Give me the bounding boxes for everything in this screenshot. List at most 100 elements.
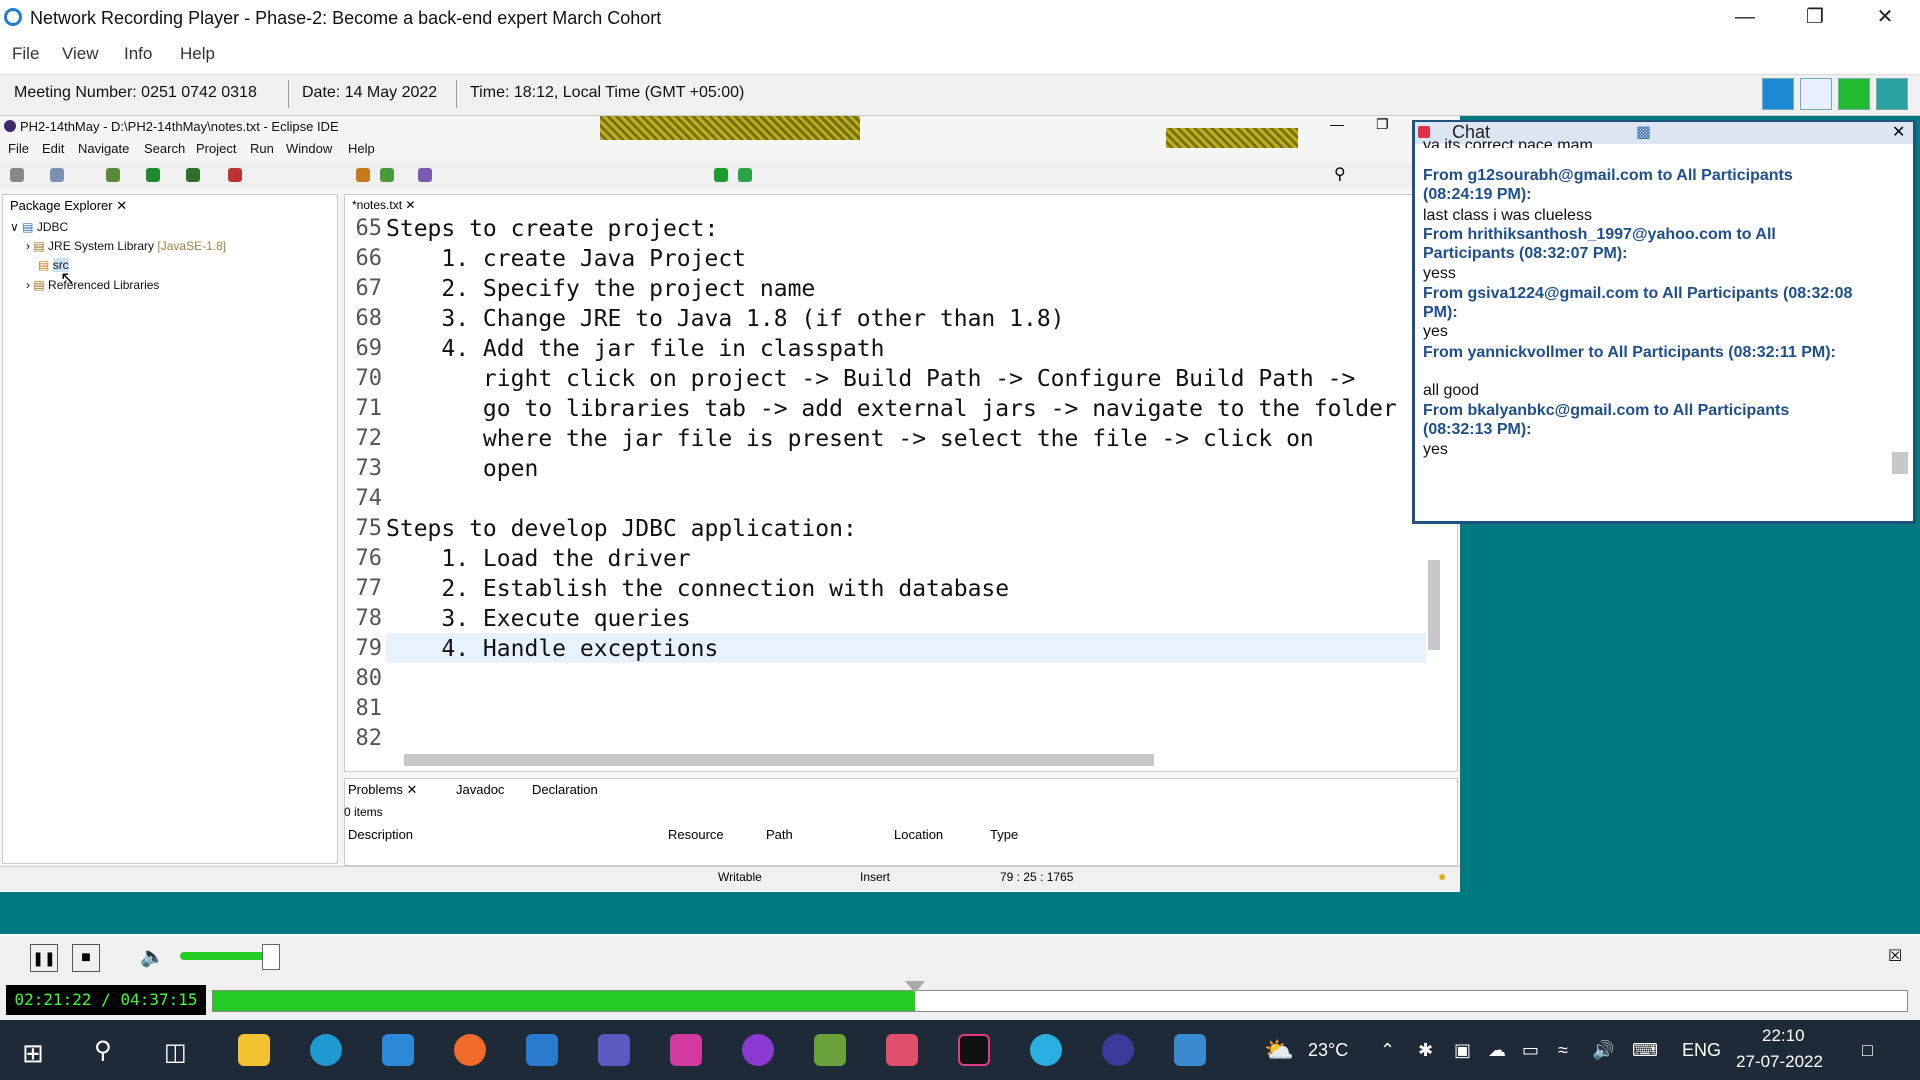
external-tools-icon[interactable] bbox=[228, 168, 242, 182]
toggle-icon[interactable] bbox=[714, 168, 728, 182]
vscode-icon[interactable] bbox=[526, 1034, 558, 1066]
chat-message-text: last class i was clueless bbox=[1423, 207, 1592, 224]
close-tab-icon[interactable]: ✕ bbox=[405, 198, 415, 212]
graphql-icon[interactable] bbox=[670, 1034, 702, 1066]
webex-recorder-icon[interactable] bbox=[1030, 1034, 1062, 1066]
tab-problems[interactable]: Problems ✕ bbox=[348, 782, 417, 798]
eclipse-menu-search[interactable]: Search bbox=[144, 141, 185, 156]
eclipse-menu-help[interactable]: Help bbox=[348, 141, 375, 156]
participants-icon[interactable] bbox=[1838, 78, 1870, 110]
search-icon[interactable]: ⚲ bbox=[94, 1036, 112, 1065]
column-path[interactable]: Path bbox=[766, 827, 793, 842]
postman-icon[interactable] bbox=[454, 1034, 486, 1066]
wifi-icon[interactable]: ≈ bbox=[1558, 1040, 1568, 1061]
new-package-icon[interactable] bbox=[380, 168, 394, 182]
chat-message-text: yess bbox=[1423, 265, 1456, 282]
column-location[interactable]: Location bbox=[894, 827, 943, 842]
notepad-icon[interactable] bbox=[814, 1034, 846, 1066]
close-tab-icon[interactable]: ✕ bbox=[116, 198, 127, 213]
pause-button[interactable]: ❚❚ bbox=[30, 944, 58, 972]
slack-icon[interactable] bbox=[886, 1034, 918, 1066]
tab-javadoc[interactable]: Javadoc bbox=[456, 782, 504, 797]
clock-date[interactable]: 27-07-2022 bbox=[1736, 1052, 1823, 1072]
slack-tray-icon[interactable]: ✱ bbox=[1418, 1040, 1433, 1061]
language-indicator[interactable]: ENG bbox=[1682, 1040, 1721, 1061]
eclipse-minimize-icon[interactable]: — bbox=[1330, 116, 1344, 132]
chat-scrollbar[interactable] bbox=[1892, 452, 1908, 474]
camera-tray-icon[interactable]: ▣ bbox=[1454, 1040, 1471, 1061]
chat-close-icon[interactable]: ✕ bbox=[1892, 122, 1905, 142]
volume-icon[interactable]: 🔈 bbox=[140, 944, 165, 969]
run-icon[interactable] bbox=[146, 168, 160, 182]
new-java-project-icon[interactable] bbox=[356, 168, 370, 182]
editor-tab-notes[interactable]: *notes.txt ✕ bbox=[352, 198, 415, 212]
minimize-icon[interactable]: — bbox=[1710, 0, 1780, 36]
eclipse-menu-file[interactable]: File bbox=[8, 141, 29, 156]
column-type[interactable]: Type bbox=[990, 827, 1018, 842]
file-explorer-icon[interactable] bbox=[238, 1034, 270, 1066]
speaker-icon[interactable]: 🔊 bbox=[1592, 1040, 1614, 1061]
eclipse-menu-project[interactable]: Project bbox=[196, 141, 236, 156]
layout-icon[interactable] bbox=[1876, 78, 1908, 110]
vertical-scrollbar[interactable] bbox=[1428, 560, 1440, 650]
tree-item-jdbc[interactable]: ∨ ▤ JDBC bbox=[10, 220, 68, 234]
close-tab-icon[interactable]: ✕ bbox=[407, 782, 418, 797]
chevron-up-icon[interactable]: ⌃ bbox=[1380, 1040, 1395, 1061]
eclipse-taskbar-icon[interactable] bbox=[1102, 1034, 1134, 1066]
intellij-icon[interactable] bbox=[958, 1034, 990, 1066]
status-insert: Insert bbox=[860, 870, 891, 884]
column-resource[interactable]: Resource bbox=[668, 827, 724, 842]
edge-icon[interactable] bbox=[310, 1034, 342, 1066]
menu-file[interactable]: File bbox=[12, 44, 39, 64]
volume-slider-handle[interactable] bbox=[262, 944, 280, 970]
weather-temperature[interactable]: 23°C bbox=[1308, 1040, 1348, 1061]
eclipse-restore-icon[interactable]: ❐ bbox=[1376, 116, 1389, 133]
video-icon[interactable] bbox=[1762, 78, 1794, 110]
menu-view[interactable]: View bbox=[62, 44, 99, 64]
close-icon[interactable]: ✕ bbox=[1850, 0, 1920, 36]
tree-item-jre[interactable]: › ▤ JRE System Library [JavaSE-1.8] bbox=[26, 239, 226, 253]
battery-icon[interactable]: ▭ bbox=[1522, 1040, 1539, 1061]
mail-icon[interactable] bbox=[382, 1034, 414, 1066]
github-icon[interactable] bbox=[742, 1034, 774, 1066]
task-view-icon[interactable]: ◫ bbox=[164, 1038, 187, 1067]
save-icon[interactable] bbox=[50, 168, 64, 182]
eclipse-menu-navigate[interactable]: Navigate bbox=[78, 141, 129, 156]
horizontal-scrollbar[interactable] bbox=[404, 754, 1154, 766]
start-icon[interactable]: ⊞ bbox=[22, 1038, 44, 1069]
eclipse-menu-window[interactable]: Window bbox=[286, 141, 332, 156]
chart-icon[interactable] bbox=[1800, 78, 1832, 110]
teams-icon[interactable] bbox=[598, 1034, 630, 1066]
refresh-icon[interactable] bbox=[738, 168, 752, 182]
timeline-handle[interactable] bbox=[905, 981, 925, 993]
chat-message-text: all good bbox=[1423, 382, 1480, 399]
onedrive-icon[interactable]: ☁ bbox=[1488, 1040, 1506, 1061]
restore-icon[interactable]: ❐ bbox=[1780, 0, 1850, 36]
tip-bulb-icon[interactable]: ● bbox=[1438, 868, 1446, 884]
editor-tab-label: *notes.txt bbox=[352, 198, 403, 212]
eclipse-menu-run[interactable]: Run bbox=[250, 141, 274, 156]
debug-icon[interactable] bbox=[106, 168, 120, 182]
eclipse-menu-edit[interactable]: Edit bbox=[42, 141, 64, 156]
tab-declaration[interactable]: Declaration bbox=[532, 782, 598, 797]
package-explorer-tab[interactable]: Package Explorer ✕ bbox=[10, 198, 127, 214]
column-description[interactable]: Description bbox=[348, 827, 413, 842]
player-menu-bar bbox=[0, 40, 1920, 70]
stop-button[interactable]: ■ bbox=[72, 944, 100, 972]
wireshark-icon[interactable] bbox=[1174, 1034, 1206, 1066]
new-icon[interactable] bbox=[10, 168, 24, 182]
menu-info[interactable]: Info bbox=[124, 44, 152, 64]
tree-item-referenced-libraries[interactable]: › ▤ Referenced Libraries bbox=[26, 278, 159, 292]
clock-time[interactable]: 22:10 bbox=[1762, 1026, 1805, 1046]
new-class-icon[interactable] bbox=[418, 168, 432, 182]
code-line: 2. Specify the project name bbox=[386, 276, 816, 302]
player-app-icon bbox=[4, 8, 22, 26]
close-player-icon[interactable]: ☒ bbox=[1888, 946, 1902, 966]
notifications-icon[interactable]: □ bbox=[1862, 1040, 1873, 1061]
search-icon[interactable]: ⚲ bbox=[1334, 164, 1346, 184]
menu-help[interactable]: Help bbox=[180, 44, 215, 64]
keyboard-icon[interactable]: ⌨ bbox=[1632, 1040, 1658, 1061]
tree-label: JRE System Library bbox=[48, 239, 155, 253]
volume-slider[interactable] bbox=[180, 952, 270, 960]
coverage-icon[interactable] bbox=[186, 168, 200, 182]
